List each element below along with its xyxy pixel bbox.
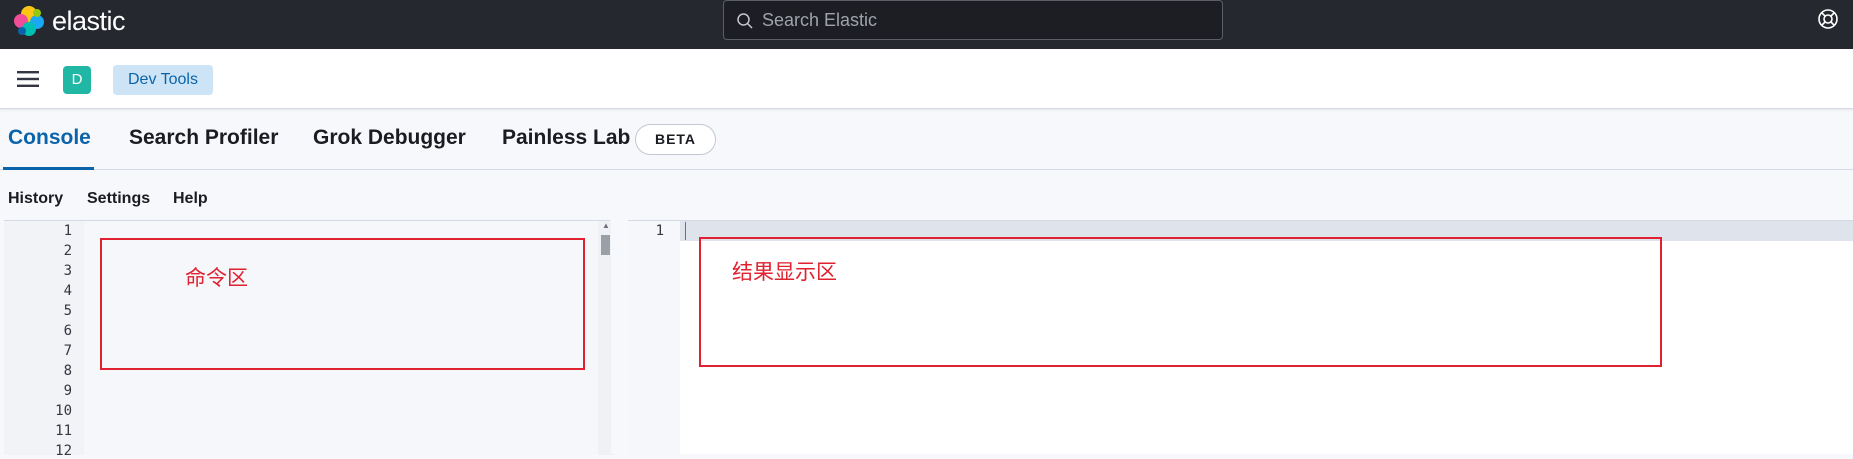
search-icon — [737, 13, 753, 29]
beta-badge: BETA — [635, 124, 716, 155]
space-avatar[interactable]: D — [63, 66, 91, 94]
top-header: elastic Search Elastic — [0, 0, 1853, 49]
breadcrumb-dev-tools[interactable]: Dev Tools — [113, 65, 213, 95]
tab-console[interactable]: Console — [8, 126, 91, 150]
command-area-annotation-label: 命令区 — [185, 266, 248, 290]
line-number: 4 — [63, 283, 72, 299]
response-editor-gutter: 1 — [628, 221, 680, 455]
request-editor-gutter: 1 2 3 4 5 6 7 8 9 10 11 12 — [4, 221, 84, 459]
hamburger-menu-icon[interactable] — [17, 71, 39, 87]
command-area-annotation-box — [100, 238, 585, 370]
editor-resize-divider[interactable] — [611, 220, 628, 454]
line-number: 3 — [63, 263, 72, 279]
scroll-up-arrow-icon[interactable]: ▲ — [602, 221, 610, 230]
breadcrumb-bar: D Dev Tools — [0, 49, 1853, 109]
line-number: 2 — [63, 243, 72, 259]
line-number: 12 — [55, 443, 72, 459]
help-link[interactable]: Help — [173, 190, 208, 208]
logo-text[interactable]: elastic — [52, 6, 126, 37]
settings-link[interactable]: Settings — [87, 190, 150, 208]
tab-search-profiler[interactable]: Search Profiler — [129, 126, 278, 150]
history-link[interactable]: History — [8, 190, 63, 208]
line-number: 1 — [655, 223, 664, 239]
line-number: 10 — [55, 403, 72, 419]
result-area-annotation-label: 结果显示区 — [732, 260, 837, 284]
line-number: 11 — [55, 423, 72, 439]
line-number: 1 — [63, 223, 72, 239]
line-number: 8 — [63, 363, 72, 379]
line-number: 5 — [63, 303, 72, 319]
result-area-annotation-box — [699, 237, 1662, 367]
search-input[interactable]: Search Elastic — [723, 0, 1223, 40]
text-cursor — [685, 222, 686, 240]
line-number: 9 — [63, 383, 72, 399]
search-placeholder: Search Elastic — [762, 10, 878, 30]
scrollbar-thumb[interactable] — [601, 235, 610, 255]
console-menu: History Settings Help — [0, 170, 1853, 220]
elastic-logo-icon[interactable] — [12, 4, 46, 38]
line-number: 7 — [63, 343, 72, 359]
tab-grok-debugger[interactable]: Grok Debugger — [313, 126, 466, 150]
help-lifebuoy-icon[interactable] — [1817, 8, 1839, 30]
line-number: 6 — [63, 323, 72, 339]
dev-tools-tabs: Console Search Profiler Grok Debugger Pa… — [0, 110, 1853, 170]
tab-painless-lab[interactable]: Painless Lab — [502, 126, 630, 150]
